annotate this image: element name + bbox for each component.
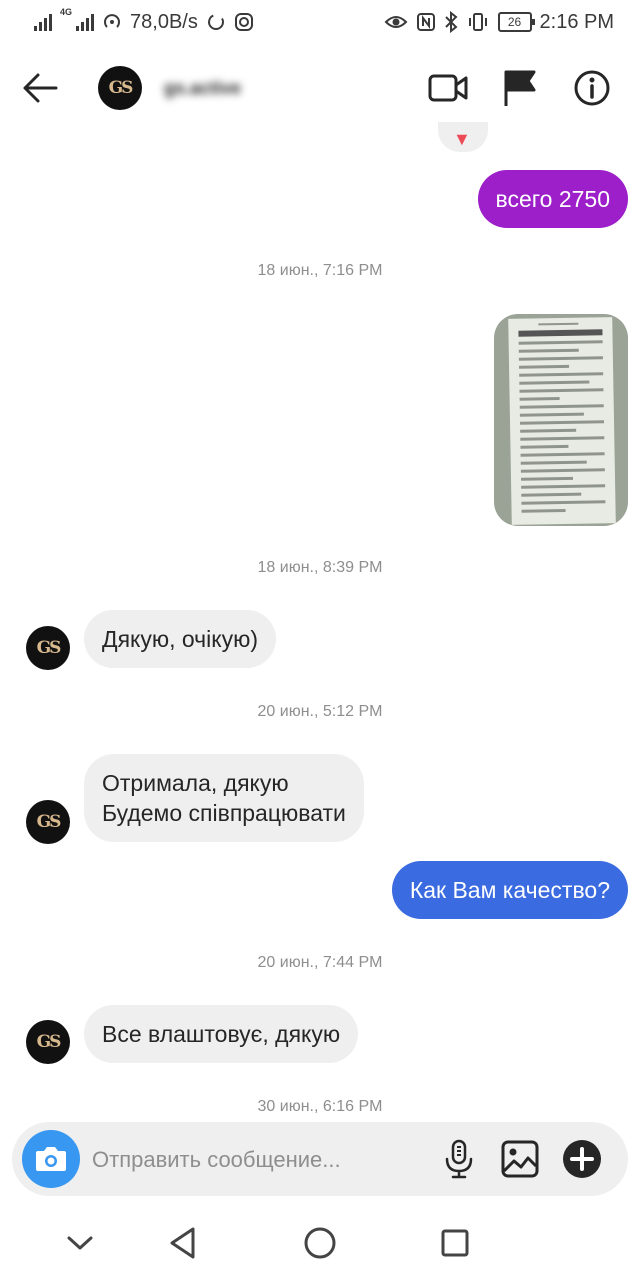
vibrate-icon — [468, 13, 487, 31]
image-icon — [501, 1140, 539, 1178]
received-message[interactable]: Все влаштовує, дякую — [84, 1005, 359, 1063]
chat-header: GS gs.active — [0, 44, 640, 132]
timestamp: 20 июн., 5:12 PM — [257, 703, 383, 720]
receipt-paper — [508, 317, 616, 525]
username[interactable]: gs.active — [164, 78, 241, 99]
timestamp: 18 июн., 8:39 PM — [257, 559, 383, 576]
nfc-icon — [416, 13, 435, 31]
plus-circle-icon — [563, 1140, 601, 1178]
timestamp: 18 июн., 7:16 PM — [257, 262, 383, 279]
gallery-button[interactable] — [498, 1137, 542, 1181]
avatar[interactable]: GS — [26, 1020, 70, 1064]
circle-home-icon — [304, 1227, 336, 1259]
microphone-icon — [445, 1139, 473, 1179]
info-button[interactable] — [570, 66, 614, 110]
battery-icon: 26 — [497, 12, 535, 32]
network-type: 4G — [60, 7, 73, 17]
triangle-back-icon — [170, 1227, 195, 1259]
hotspot-icon — [104, 14, 120, 28]
back-button[interactable] — [18, 66, 62, 110]
info-icon — [574, 70, 610, 106]
status-left: 4G 78,0B/s — [34, 8, 254, 36]
data-speed: 78,0B/s — [130, 10, 198, 33]
sent-message[interactable]: Как Вам качество? — [391, 861, 628, 919]
system-nav-bar — [0, 1210, 640, 1280]
video-camera-icon — [428, 74, 468, 102]
signal-icon-2 — [76, 13, 95, 31]
timestamp: 20 июн., 7:44 PM — [257, 954, 383, 971]
flag-icon — [504, 70, 536, 106]
received-message[interactable]: Отримала, дякую Будемо співпрацювати — [84, 754, 364, 842]
nav-recents-button[interactable] — [435, 1223, 475, 1263]
sent-message[interactable]: всего 2750 — [477, 170, 628, 228]
message-line: Будемо співпрацювати — [102, 800, 346, 826]
sync-icon — [207, 14, 224, 30]
status-right: 26 2:16 PM — [384, 8, 614, 36]
camera-button[interactable] — [22, 1130, 80, 1188]
video-call-button[interactable] — [426, 66, 470, 110]
instagram-icon — [234, 13, 253, 31]
message-input[interactable] — [92, 1142, 432, 1178]
receipt-photo[interactable] — [494, 314, 628, 526]
avatar[interactable]: GS — [26, 800, 70, 844]
eye-icon — [384, 16, 407, 28]
signal-icon — [34, 13, 52, 31]
camera-icon — [36, 1147, 66, 1171]
bluetooth-icon — [444, 11, 458, 33]
message-line: Отримала, дякую — [102, 770, 289, 796]
received-message[interactable]: Дякую, очікую) — [84, 610, 276, 668]
status-bar: 4G 78,0B/s 26 2:16 PM — [0, 0, 640, 44]
chevron-down-icon — [67, 1236, 93, 1250]
timestamp: 30 июн., 6:16 PM — [257, 1098, 383, 1115]
avatar[interactable]: GS — [26, 626, 70, 670]
more-options-button[interactable] — [560, 1137, 604, 1181]
report-button[interactable] — [498, 66, 542, 110]
status-time: 2:16 PM — [539, 10, 614, 33]
heart-icon: ▼ — [453, 129, 471, 149]
arrow-left-icon — [23, 73, 58, 103]
avatar[interactable]: GS — [98, 66, 142, 110]
voice-message-button[interactable] — [437, 1137, 481, 1181]
nav-home-button[interactable] — [300, 1223, 340, 1263]
collapse-button[interactable] — [60, 1223, 100, 1263]
nav-back-button[interactable] — [163, 1223, 203, 1263]
square-recents-icon — [441, 1229, 469, 1257]
